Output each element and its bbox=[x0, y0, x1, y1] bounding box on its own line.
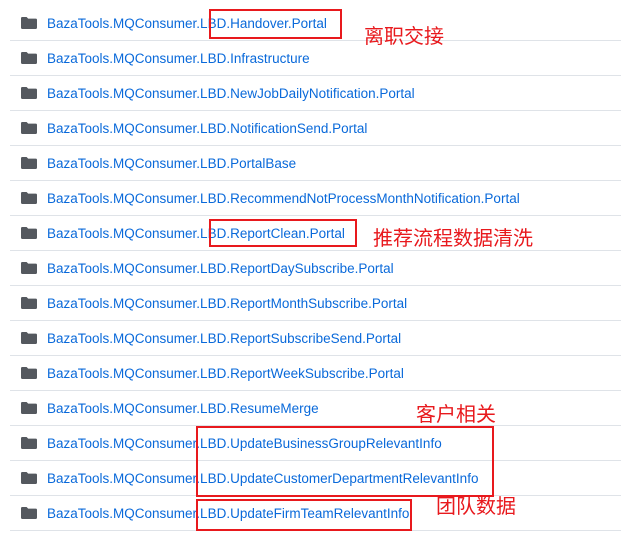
list-item[interactable]: BazaTools.MQConsumer.LBD.RecommendNotPro… bbox=[10, 181, 621, 216]
list-item[interactable]: BazaTools.MQConsumer.LBD.NotificationSen… bbox=[10, 111, 621, 146]
folder-link[interactable]: BazaTools.MQConsumer.LBD.PortalBase bbox=[47, 156, 296, 171]
folder-icon bbox=[21, 472, 37, 484]
folder-icon bbox=[21, 227, 37, 239]
folder-icon bbox=[21, 122, 37, 134]
folder-icon bbox=[21, 402, 37, 414]
list-item[interactable]: BazaTools.MQConsumer.LBD.PortalBase bbox=[10, 146, 621, 181]
folder-link[interactable]: BazaTools.MQConsumer.LBD.ReportClean.Por… bbox=[47, 226, 345, 241]
annotation-report-clean: 推荐流程数据清洗 bbox=[373, 226, 533, 250]
folder-link[interactable]: BazaTools.MQConsumer.LBD.RecommendNotPro… bbox=[47, 191, 520, 206]
folder-link[interactable]: BazaTools.MQConsumer.LBD.ReportDaySubscr… bbox=[47, 261, 394, 276]
folder-icon bbox=[21, 52, 37, 64]
folder-link[interactable]: BazaTools.MQConsumer.LBD.ReportSubscribe… bbox=[47, 331, 401, 346]
list-item[interactable]: BazaTools.MQConsumer.LBD.UpdateFirmTeamR… bbox=[10, 496, 621, 531]
folder-link[interactable]: BazaTools.MQConsumer.LBD.UpdateBusinessG… bbox=[47, 436, 442, 451]
folder-link[interactable]: BazaTools.MQConsumer.LBD.ResumeMerge bbox=[47, 401, 319, 416]
list-item[interactable]: BazaTools.MQConsumer.LBD.ResumeMerge bbox=[10, 391, 621, 426]
folder-link[interactable]: BazaTools.MQConsumer.LBD.NewJobDailyNoti… bbox=[47, 86, 415, 101]
folder-link[interactable]: BazaTools.MQConsumer.LBD.UpdateCustomerD… bbox=[47, 471, 478, 486]
annotation-customer: 客户相关 bbox=[416, 402, 496, 426]
folder-icon bbox=[21, 367, 37, 379]
folder-icon bbox=[21, 17, 37, 29]
list-item[interactable]: BazaTools.MQConsumer.LBD.UpdateCustomerD… bbox=[10, 461, 621, 496]
folder-link[interactable]: BazaTools.MQConsumer.LBD.NotificationSen… bbox=[47, 121, 367, 136]
list-item[interactable]: BazaTools.MQConsumer.LBD.ReportDaySubscr… bbox=[10, 251, 621, 286]
folder-link[interactable]: BazaTools.MQConsumer.LBD.ReportWeekSubsc… bbox=[47, 366, 404, 381]
list-item[interactable]: BazaTools.MQConsumer.LBD.ReportWeekSubsc… bbox=[10, 356, 621, 391]
annotation-team: 团队数据 bbox=[436, 494, 516, 518]
folder-link[interactable]: BazaTools.MQConsumer.LBD.UpdateFirmTeamR… bbox=[47, 506, 409, 521]
folder-icon bbox=[21, 297, 37, 309]
folder-link[interactable]: BazaTools.MQConsumer.LBD.Infrastructure bbox=[47, 51, 310, 66]
folder-icon bbox=[21, 87, 37, 99]
folder-icon bbox=[21, 157, 37, 169]
folder-link[interactable]: BazaTools.MQConsumer.LBD.Handover.Portal bbox=[47, 16, 327, 31]
folder-icon bbox=[21, 262, 37, 274]
folder-icon bbox=[21, 332, 37, 344]
annotation-handover: 离职交接 bbox=[364, 24, 444, 48]
folder-icon bbox=[21, 437, 37, 449]
list-item[interactable]: BazaTools.MQConsumer.LBD.Infrastructure bbox=[10, 41, 621, 76]
list-item[interactable]: BazaTools.MQConsumer.LBD.ReportSubscribe… bbox=[10, 321, 621, 356]
folder-icon bbox=[21, 192, 37, 204]
list-item[interactable]: BazaTools.MQConsumer.LBD.ReportMonthSubs… bbox=[10, 286, 621, 321]
list-item[interactable]: BazaTools.MQConsumer.LBD.Handover.Portal bbox=[10, 6, 621, 41]
list-item[interactable]: BazaTools.MQConsumer.LBD.UpdateBusinessG… bbox=[10, 426, 621, 461]
folder-link[interactable]: BazaTools.MQConsumer.LBD.ReportMonthSubs… bbox=[47, 296, 407, 311]
folder-icon bbox=[21, 507, 37, 519]
list-item[interactable]: BazaTools.MQConsumer.LBD.NewJobDailyNoti… bbox=[10, 76, 621, 111]
